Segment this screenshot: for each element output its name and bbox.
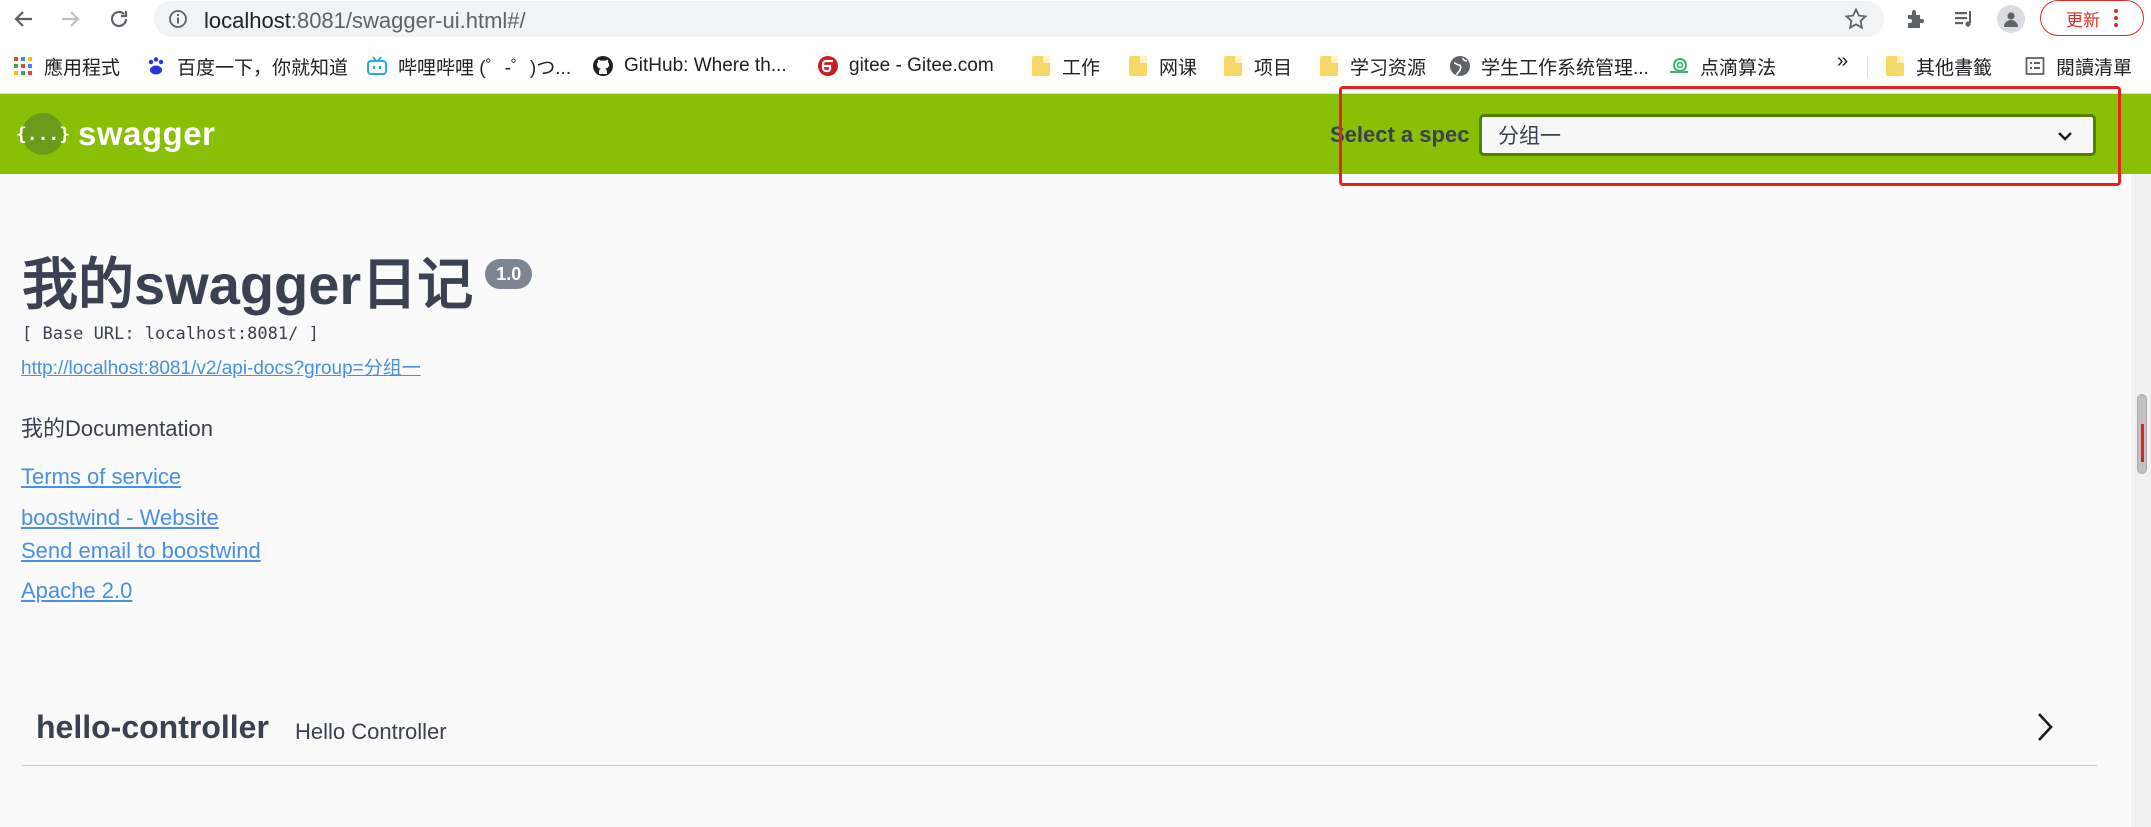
bookmark-label: 應用程式 <box>44 57 121 79</box>
browser-update-button[interactable]: 更新 <box>2040 0 2144 36</box>
bookmark-gitee[interactable]: gitee - Gitee.com <box>817 52 994 80</box>
swagger-logo-icon: {...} <box>16 113 70 155</box>
bookmark-label: 其他書籤 <box>1916 57 1993 79</box>
address-bar[interactable]: localhost:8081/swagger-ui.html#/ <box>154 1 1884 37</box>
tag-description: Hello Controller <box>295 719 447 744</box>
bookmark-label: 网课 <box>1159 57 1198 79</box>
bookmark-github[interactable]: GitHub: Where th... <box>592 52 787 80</box>
url-host: localhost <box>204 8 291 33</box>
folder-icon <box>1030 55 1052 77</box>
bookmark-student-system[interactable]: 学生工作系统管理... <box>1449 52 1649 80</box>
extensions-puzzle-icon[interactable] <box>1902 5 1930 33</box>
page-scrollbar-track[interactable] <box>2131 174 2151 827</box>
swagger-logo-text: swagger <box>78 115 216 152</box>
bookmark-label: 工作 <box>1062 57 1101 79</box>
tag-name: hello-controller <box>36 709 269 745</box>
browser-toolbar: localhost:8081/swagger-ui.html#/ 更新 <box>0 0 2151 38</box>
api-description: 我的Documentation <box>21 416 213 441</box>
api-docs-link[interactable]: http://localhost:8081/v2/api-docs?group=… <box>21 353 421 380</box>
tag-section-hello-controller[interactable]: hello-controller Hello Controller <box>22 690 2097 766</box>
folder-icon <box>1222 55 1244 77</box>
url-text: localhost:8081/swagger-ui.html#/ <box>204 8 526 34</box>
contact-website-link[interactable]: boostwind - Website <box>21 505 219 531</box>
license-link[interactable]: Apache 2.0 <box>21 578 132 604</box>
forward-arrow-icon[interactable] <box>55 4 85 34</box>
bilibili-tv-icon <box>366 55 388 77</box>
chevron-right-icon[interactable] <box>2033 710 2057 749</box>
bookmark-bilibili[interactable]: 哔哩哔哩 (゜-゜)つ... <box>366 52 571 80</box>
terms-of-service-link[interactable]: Terms of service <box>21 464 181 490</box>
bookmark-folder-work[interactable]: 工作 <box>1030 52 1100 80</box>
reload-icon[interactable] <box>104 4 134 34</box>
bookmark-label: 閱讀清單 <box>2056 57 2133 79</box>
folder-icon <box>1318 55 1340 77</box>
scrollbar-highlight-mark <box>2141 424 2144 462</box>
folder-icon <box>1127 55 1149 77</box>
media-playlist-icon[interactable] <box>1950 5 1978 33</box>
url-path: :8081/swagger-ui.html#/ <box>290 8 526 33</box>
bookmark-folder-courses[interactable]: 网课 <box>1127 52 1197 80</box>
baidu-paw-icon <box>145 55 167 77</box>
menu-kebab-icon <box>2114 9 2118 27</box>
back-arrow-icon[interactable] <box>9 4 39 34</box>
bookmark-folder-resources[interactable]: 学习资源 <box>1318 52 1426 80</box>
bookmark-label: 百度一下，你就知道 <box>177 57 349 79</box>
bookmark-label: gitee - Gitee.com <box>849 55 994 76</box>
bookmark-apps[interactable]: 應用程式 <box>12 52 120 80</box>
api-title-row: 我的swagger日记 1.0 <box>22 250 533 320</box>
bookmark-star-icon[interactable] <box>1844 7 1868 36</box>
update-label: 更新 <box>2066 10 2100 30</box>
bookmark-label: 哔哩哔哩 (゜-゜)つ... <box>398 57 572 79</box>
bookmarks-overflow-button[interactable]: » <box>1837 50 1848 73</box>
gitee-icon <box>817 55 839 77</box>
globe-icon <box>1449 55 1471 77</box>
github-icon <box>592 55 614 77</box>
bookmark-label: 项目 <box>1254 57 1293 79</box>
snail-icon <box>1668 55 1690 77</box>
folder-icon <box>1884 55 1906 77</box>
annotation-highlight-box <box>1339 86 2121 186</box>
swagger-logo[interactable]: {...} swagger <box>16 113 216 155</box>
bookmark-label: 学习资源 <box>1350 57 1427 79</box>
bookmark-algorithms[interactable]: 点滴算法 <box>1668 52 1776 80</box>
reading-list-icon <box>2024 55 2046 77</box>
site-info-icon[interactable] <box>168 9 188 34</box>
bookmark-baidu[interactable]: 百度一下，你就知道 <box>145 52 348 80</box>
version-badge: 1.0 <box>485 259 533 289</box>
contact-email-link[interactable]: Send email to boostwind <box>21 538 261 564</box>
bookmark-reading-list[interactable]: 閱讀清單 <box>2024 52 2132 80</box>
bookmark-label: 点滴算法 <box>1700 57 1777 79</box>
bookmark-folder-projects[interactable]: 项目 <box>1222 52 1292 80</box>
profile-avatar-icon[interactable] <box>1997 5 2025 33</box>
apps-grid-icon <box>12 55 34 77</box>
page-title: 我的swagger日记 <box>22 253 474 316</box>
bookmark-other-bookmarks[interactable]: 其他書籤 <box>1884 52 1992 80</box>
bookmark-label: GitHub: Where th... <box>624 55 787 76</box>
base-url: [ Base URL: localhost:8081/ ] <box>22 324 319 344</box>
bookmark-label: 学生工作系统管理... <box>1481 57 1649 79</box>
bookmarks-divider <box>1867 56 1868 78</box>
